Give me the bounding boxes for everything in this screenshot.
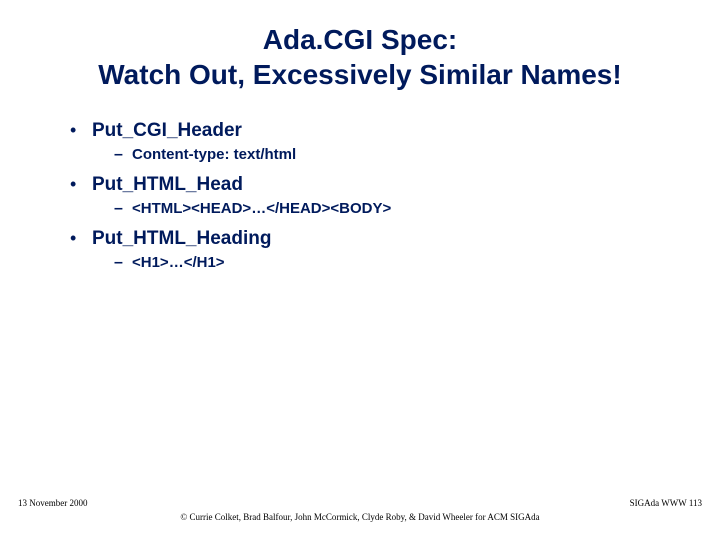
sub-bullet-item: – Content-type: text/html [70, 146, 690, 164]
bullet-icon: • [70, 120, 92, 141]
footer-date: 13 November 2000 [18, 498, 88, 508]
dash-icon: – [114, 254, 132, 272]
dash-icon: – [114, 146, 132, 164]
footer-row: 13 November 2000 SIGAda WWW 113 [18, 498, 702, 508]
title-line-1: Ada.CGI Spec:Watch Out, Excessively Simi… [98, 24, 621, 90]
bullet-item: • Put_HTML_Heading [70, 228, 690, 250]
bullet-item: • Put_HTML_Head [70, 174, 690, 196]
bullet-icon: • [70, 228, 92, 249]
sub-bullet-text: <HTML><HEAD>…</HEAD><BODY> [132, 200, 391, 217]
bullet-text: Put_CGI_Header [92, 120, 242, 142]
bullet-item: • Put_CGI_Header [70, 120, 690, 142]
sub-bullet-item: – <HTML><HEAD>…</HEAD><BODY> [70, 200, 690, 218]
footer-page: SIGAda WWW 113 [630, 498, 702, 508]
footer-copyright: © Currie Colket, Brad Balfour, John McCo… [18, 512, 702, 522]
bullet-icon: • [70, 174, 92, 195]
content-area: • Put_CGI_Header – Content-type: text/ht… [30, 120, 690, 272]
dash-icon: – [114, 200, 132, 218]
slide: Ada.CGI Spec:Watch Out, Excessively Simi… [0, 0, 720, 540]
bullet-text: Put_HTML_Heading [92, 228, 271, 250]
sub-bullet-item: – <H1>…</H1> [70, 254, 690, 272]
bullet-text: Put_HTML_Head [92, 174, 243, 196]
sub-bullet-text: <H1>…</H1> [132, 254, 225, 271]
slide-title: Ada.CGI Spec:Watch Out, Excessively Simi… [30, 22, 690, 92]
footer: 13 November 2000 SIGAda WWW 113 © Currie… [0, 498, 720, 522]
sub-bullet-text: Content-type: text/html [132, 146, 296, 163]
